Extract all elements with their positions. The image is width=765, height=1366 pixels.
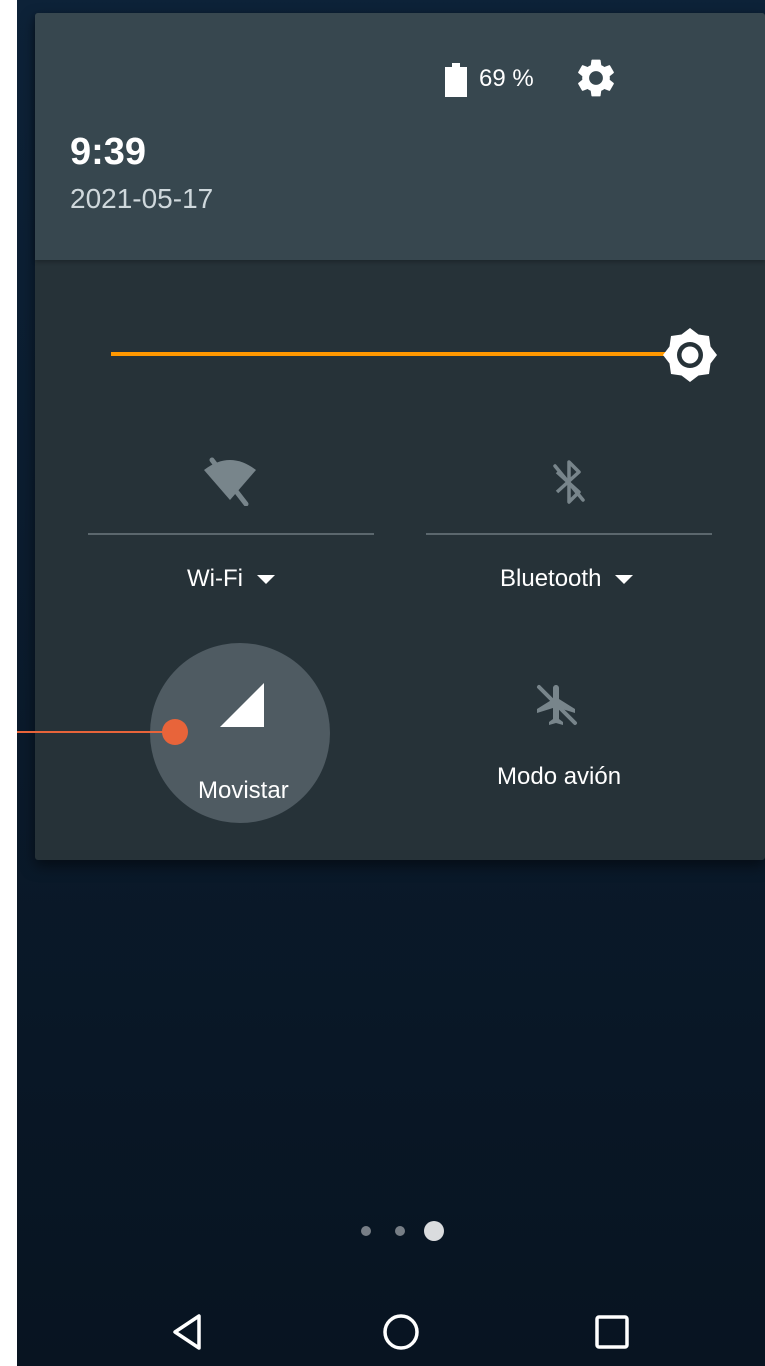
nav-recents-icon[interactable] [588, 1308, 636, 1356]
nav-home-icon[interactable] [377, 1308, 425, 1356]
wifi-tile-divider [88, 533, 374, 535]
brightness-slider-thumb[interactable] [661, 326, 719, 384]
clock-time: 9:39 [70, 131, 147, 173]
settings-gear-icon[interactable] [573, 55, 619, 101]
battery-icon [445, 63, 467, 97]
airplane-mode-tile-label[interactable]: Modo avión [497, 763, 621, 791]
wifi-tile-label[interactable]: Wi-Fi [187, 565, 275, 593]
wifi-label-text: Wi-Fi [187, 565, 243, 592]
phone-screen: 69 % 9:39 2021-05-17 Wi-Fi Bluetooth Mov… [17, 0, 765, 1366]
bluetooth-label-text: Bluetooth [500, 565, 602, 592]
cellular-tile-label[interactable]: Movistar [198, 777, 289, 805]
annotation-pointer-dot [162, 719, 188, 745]
bluetooth-tile-divider [426, 533, 712, 535]
page-dot-2[interactable] [395, 1226, 405, 1236]
page-indicator [361, 1218, 451, 1242]
bluetooth-dropdown-caret-icon[interactable] [615, 575, 634, 585]
quick-settings-header: 69 % 9:39 2021-05-17 [35, 13, 765, 260]
airplane-mode-icon[interactable] [533, 681, 581, 729]
wifi-off-icon[interactable] [202, 456, 258, 506]
quick-settings-panel: 69 % 9:39 2021-05-17 Wi-Fi Bluetooth Mov… [17, 13, 765, 860]
bluetooth-tile-label[interactable]: Bluetooth [500, 565, 634, 593]
battery-percentage: 69 % [479, 65, 534, 92]
bluetooth-off-icon[interactable] [550, 458, 588, 506]
brightness-slider-track[interactable] [111, 352, 691, 356]
date-text: 2021-05-17 [70, 183, 214, 214]
page-dot-3-active[interactable] [424, 1221, 444, 1241]
annotation-pointer-line [17, 731, 175, 733]
wifi-dropdown-caret-icon[interactable] [256, 575, 275, 585]
nav-back-icon[interactable] [165, 1308, 213, 1356]
page-dot-1[interactable] [361, 1226, 371, 1236]
cellular-signal-icon[interactable] [220, 683, 264, 727]
